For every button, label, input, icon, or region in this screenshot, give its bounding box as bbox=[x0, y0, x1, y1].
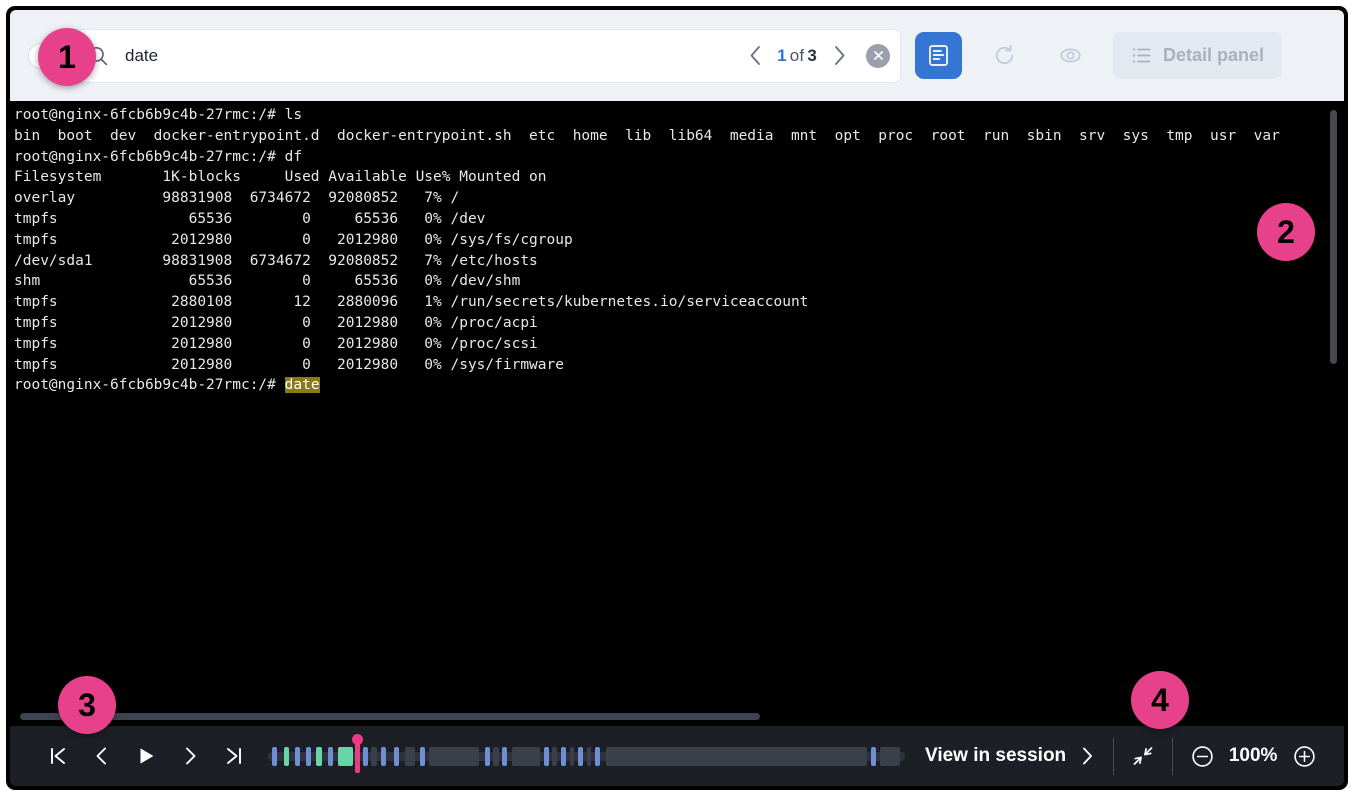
timeline-segment[interactable] bbox=[338, 747, 353, 766]
timeline-segment[interactable] bbox=[606, 747, 867, 766]
document-view-button[interactable] bbox=[915, 32, 962, 79]
terminal-search-match: date bbox=[285, 377, 320, 393]
terminal-line: tmpfs 2012980 0 2012980 0% /sys/firmware bbox=[14, 355, 1344, 376]
session-timeline[interactable] bbox=[268, 734, 905, 778]
timeline-segment[interactable] bbox=[420, 747, 425, 766]
timeline-segment[interactable] bbox=[363, 747, 368, 766]
timeline-segment[interactable] bbox=[306, 747, 311, 766]
timeline-segment[interactable] bbox=[871, 747, 876, 766]
detail-panel-button[interactable]: Detail panel bbox=[1113, 32, 1282, 79]
vertical-scrollbar-thumb[interactable] bbox=[1330, 110, 1337, 364]
timeline-segment[interactable] bbox=[405, 747, 415, 766]
match-count: 1of3 bbox=[774, 46, 820, 66]
match-of-label: of bbox=[790, 46, 805, 65]
timeline-segment[interactable] bbox=[552, 747, 556, 766]
timeline-segment[interactable] bbox=[512, 747, 540, 766]
terminal-line: tmpfs 65536 0 65536 0% /dev bbox=[14, 209, 1344, 230]
terminal-line: tmpfs 2012980 0 2012980 0% /sys/fs/cgrou… bbox=[14, 230, 1344, 251]
zoom-out-button[interactable] bbox=[1179, 734, 1225, 778]
chevron-right-icon bbox=[1080, 745, 1095, 767]
toolbar-divider-2 bbox=[1172, 738, 1173, 775]
timeline-segment[interactable] bbox=[578, 747, 583, 766]
timeline-segment[interactable] bbox=[328, 747, 333, 766]
timeline-segment[interactable] bbox=[394, 747, 399, 766]
terminal-output: root@nginx-6fcb6b9c4b-27rmc:/# lsbin boo… bbox=[10, 105, 1344, 726]
match-total: 3 bbox=[807, 46, 817, 65]
next-button[interactable] bbox=[168, 734, 212, 778]
collapse-button[interactable] bbox=[1120, 734, 1166, 778]
terminal-line: tmpfs 2880108 12 2880096 1% /run/secrets… bbox=[14, 292, 1344, 313]
terminal-area[interactable]: root@nginx-6fcb6b9c4b-27rmc:/# lsbin boo… bbox=[10, 101, 1344, 726]
terminal-prompt: root@nginx-6fcb6b9c4b-27rmc:/# bbox=[14, 377, 285, 393]
annotation-badge-2: 2 bbox=[1257, 203, 1315, 261]
timeline-segment[interactable] bbox=[544, 747, 549, 766]
previous-button[interactable] bbox=[80, 734, 124, 778]
timeline-segment[interactable] bbox=[570, 747, 574, 766]
view-in-session-button[interactable]: View in session bbox=[919, 745, 1107, 767]
bottom-toolbar: View in session bbox=[10, 726, 1344, 786]
zoom-in-button[interactable] bbox=[1281, 734, 1327, 778]
toolbar-actions: Detail panel bbox=[915, 32, 1282, 79]
terminal-line: bin boot dev docker-entrypoint.d docker-… bbox=[14, 126, 1344, 147]
match-current: 1 bbox=[777, 46, 787, 65]
window-frame: 1of3 bbox=[6, 6, 1348, 790]
timeline-segment[interactable] bbox=[429, 747, 480, 766]
visibility-button[interactable] bbox=[1047, 32, 1094, 79]
terminal-line: root@nginx-6fcb6b9c4b-27rmc:/# df bbox=[14, 147, 1344, 168]
terminal-prompt-line: root@nginx-6fcb6b9c4b-27rmc:/# date bbox=[14, 375, 1344, 396]
skip-to-end-button[interactable] bbox=[212, 734, 256, 778]
top-toolbar: 1of3 bbox=[10, 10, 1344, 101]
timeline-segment[interactable] bbox=[284, 747, 289, 766]
playback-controls bbox=[36, 734, 256, 778]
timeline-segment[interactable] bbox=[595, 747, 600, 766]
list-icon bbox=[1131, 45, 1152, 66]
annotation-badge-1: 1 bbox=[38, 28, 96, 86]
timeline-segment[interactable] bbox=[381, 747, 386, 766]
clear-search-button[interactable] bbox=[866, 44, 890, 68]
annotation-badge-3: 3 bbox=[58, 676, 116, 734]
zoom-controls: 100% bbox=[1179, 734, 1327, 778]
timeline-segment[interactable] bbox=[880, 747, 900, 766]
previous-match-button[interactable] bbox=[740, 39, 770, 73]
timeline-segment[interactable] bbox=[485, 747, 490, 766]
vertical-scrollbar[interactable] bbox=[1330, 110, 1337, 704]
timeline-segment[interactable] bbox=[502, 747, 507, 766]
timeline-segment[interactable] bbox=[295, 747, 300, 766]
app-root: 1of3 bbox=[0, 0, 1354, 796]
terminal-line: shm 65536 0 65536 0% /dev/shm bbox=[14, 271, 1344, 292]
next-match-button[interactable] bbox=[824, 39, 854, 73]
annotation-badge-4: 4 bbox=[1131, 671, 1189, 729]
play-button[interactable] bbox=[124, 734, 168, 778]
timeline-segment[interactable] bbox=[272, 747, 277, 766]
horizontal-scrollbar-thumb[interactable] bbox=[20, 713, 760, 720]
terminal-line: Filesystem 1K-blocks Used Available Use%… bbox=[14, 167, 1344, 188]
detail-panel-label: Detail panel bbox=[1163, 45, 1264, 66]
zoom-level-label: 100% bbox=[1225, 745, 1281, 767]
search-box[interactable]: 1of3 bbox=[68, 29, 901, 83]
terminal-line: /dev/sda1 98831908 6734672 92080852 7% /… bbox=[14, 251, 1344, 272]
terminal-line: tmpfs 2012980 0 2012980 0% /proc/scsi bbox=[14, 334, 1344, 355]
skip-to-start-button[interactable] bbox=[36, 734, 80, 778]
timeline-playhead[interactable] bbox=[355, 740, 360, 773]
refresh-button[interactable] bbox=[981, 32, 1028, 79]
toolbar-divider-1 bbox=[1113, 738, 1114, 775]
timeline-segment[interactable] bbox=[587, 747, 591, 766]
terminal-line: overlay 98831908 6734672 92080852 7% / bbox=[14, 188, 1344, 209]
terminal-line: tmpfs 2012980 0 2012980 0% /proc/acpi bbox=[14, 313, 1344, 334]
window-content: 1of3 bbox=[10, 10, 1344, 786]
terminal-line: root@nginx-6fcb6b9c4b-27rmc:/# ls bbox=[14, 105, 1344, 126]
view-in-session-label: View in session bbox=[925, 745, 1066, 767]
search-input[interactable] bbox=[125, 30, 732, 82]
timeline-segment[interactable] bbox=[493, 747, 498, 766]
timeline-segment[interactable] bbox=[561, 747, 566, 766]
timeline-segment[interactable] bbox=[371, 747, 377, 766]
timeline-segment[interactable] bbox=[316, 747, 321, 766]
match-navigation: 1of3 bbox=[740, 39, 890, 73]
